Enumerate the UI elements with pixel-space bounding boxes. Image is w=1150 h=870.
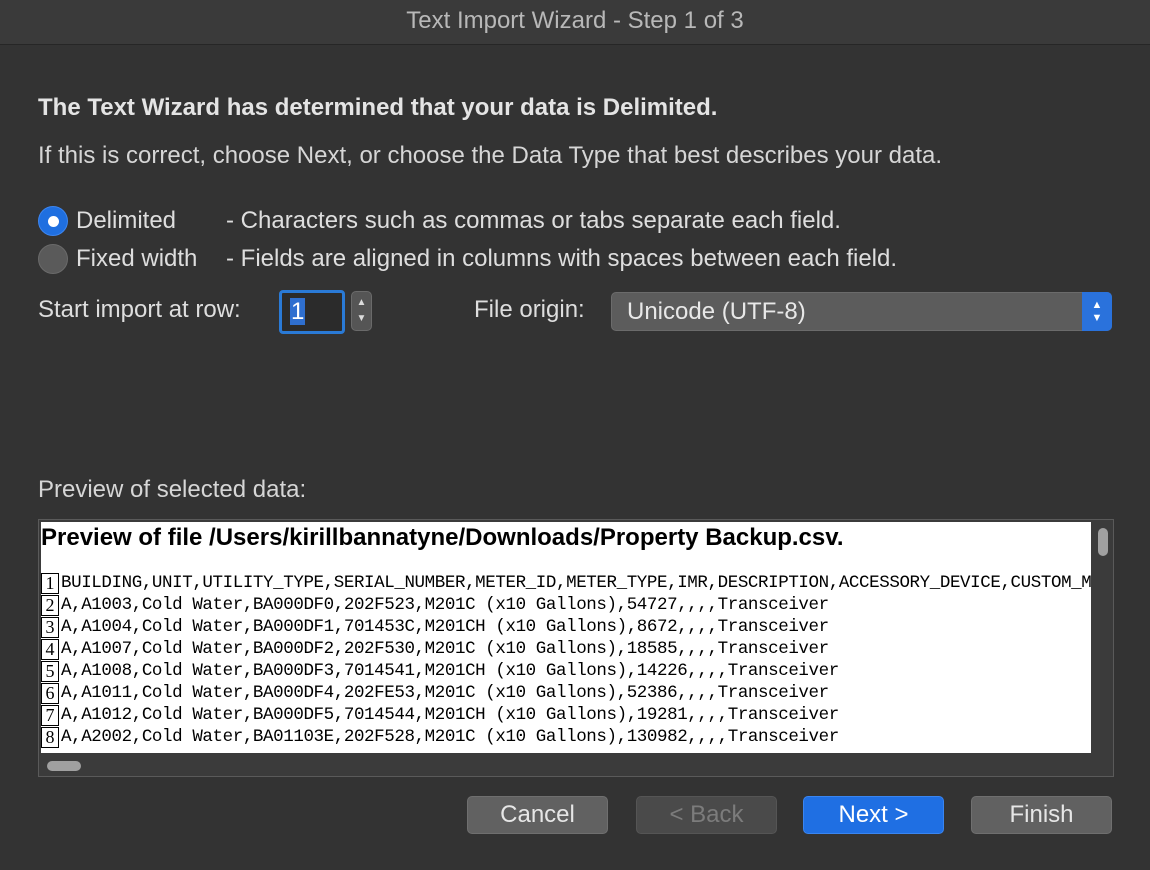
- cancel-button[interactable]: Cancel: [467, 796, 608, 834]
- finish-button[interactable]: Finish: [971, 796, 1112, 834]
- line-text: BUILDING,UNIT,UTILITY_TYPE,SERIAL_NUMBER…: [61, 573, 1091, 593]
- radio-description-fixed-width: - Fields are aligned in columns with spa…: [226, 245, 898, 272]
- preview-line: 4 A,A1007,Cold Water,BA000DF2,202F530,M2…: [41, 638, 1091, 660]
- wizard-heading: The Text Wizard has determined that your…: [38, 94, 718, 121]
- stepper-up-icon[interactable]: ▲: [357, 298, 367, 308]
- preview-line: 7 A,A1012,Cold Water,BA000DF5,7014544,M2…: [41, 704, 1091, 726]
- line-number: 2: [41, 594, 59, 616]
- preview-content: Preview of file /Users/kirillbannatyne/D…: [41, 522, 1091, 753]
- preview-lines: 1 BUILDING,UNIT,UTILITY_TYPE,SERIAL_NUMB…: [41, 572, 1091, 748]
- radio-description-delimited: - Characters such as commas or tabs sepa…: [226, 207, 841, 234]
- preview-line: 6 A,A1011,Cold Water,BA000DF4,202FE53,M2…: [41, 682, 1091, 704]
- line-text: A,A1003,Cold Water,BA000DF0,202F523,M201…: [61, 595, 829, 615]
- preview-line: 8 A,A2002,Cold Water,BA01103E,202F528,M2…: [41, 726, 1091, 748]
- line-number: 8: [41, 726, 59, 748]
- line-number: 3: [41, 616, 59, 638]
- line-text: A,A2002,Cold Water,BA01103E,202F528,M201…: [61, 727, 839, 747]
- line-number: 4: [41, 638, 59, 660]
- line-number: 7: [41, 704, 59, 726]
- file-origin-select[interactable]: Unicode (UTF-8) ▲ ▼: [611, 292, 1112, 331]
- preview-line: 5 A,A1008,Cold Water,BA000DF3,7014541,M2…: [41, 660, 1091, 682]
- window-title: Text Import Wizard - Step 1 of 3: [0, 0, 1150, 45]
- line-text: A,A1011,Cold Water,BA000DF4,202FE53,M201…: [61, 683, 829, 703]
- line-text: A,A1012,Cold Water,BA000DF5,7014544,M201…: [61, 705, 839, 725]
- line-number: 1: [41, 572, 59, 594]
- preview-vertical-scrollbar[interactable]: [1095, 522, 1111, 753]
- file-origin-label: File origin:: [474, 296, 585, 323]
- preview-label: Preview of selected data:: [38, 476, 307, 503]
- radio-label-fixed-width: Fixed width: [76, 245, 198, 272]
- back-button[interactable]: < Back: [636, 796, 777, 834]
- select-chevron-icon[interactable]: ▲ ▼: [1082, 292, 1112, 331]
- preview-line: 2 A,A1003,Cold Water,BA000DF0,202F523,M2…: [41, 594, 1091, 616]
- radio-label-delimited: Delimited: [76, 207, 177, 234]
- line-text: A,A1004,Cold Water,BA000DF1,701453C,M201…: [61, 617, 829, 637]
- line-text: A,A1008,Cold Water,BA000DF3,7014541,M201…: [61, 661, 839, 681]
- radio-option-delimited[interactable]: Delimited - Characters such as commas or…: [38, 205, 841, 237]
- wizard-instruction: If this is correct, choose Next, or choo…: [38, 142, 943, 169]
- horizontal-scroll-thumb[interactable]: [47, 761, 81, 771]
- radio-unselected-icon[interactable]: [38, 244, 68, 274]
- text-import-wizard-window: Text Import Wizard - Step 1 of 3 The Tex…: [0, 0, 1150, 870]
- start-row-value: 1: [290, 298, 306, 325]
- radio-selected-icon[interactable]: [38, 206, 68, 236]
- line-text: A,A1007,Cold Water,BA000DF2,202F530,M201…: [61, 639, 829, 659]
- start-row-input[interactable]: 1: [279, 290, 345, 334]
- preview-horizontal-scrollbar[interactable]: [41, 756, 1091, 774]
- start-row-label: Start import at row:: [38, 296, 241, 323]
- line-number: 6: [41, 682, 59, 704]
- radio-option-fixed-width[interactable]: Fixed width - Fields are aligned in colu…: [38, 243, 897, 275]
- preview-line: 1 BUILDING,UNIT,UTILITY_TYPE,SERIAL_NUMB…: [41, 572, 1091, 594]
- preview-file-title: Preview of file /Users/kirillbannatyne/D…: [41, 524, 844, 551]
- start-row-stepper[interactable]: ▲ ▼: [351, 291, 372, 331]
- preview-line: 3 A,A1004,Cold Water,BA000DF1,701453C,M2…: [41, 616, 1091, 638]
- next-button[interactable]: Next >: [803, 796, 944, 834]
- stepper-down-icon[interactable]: ▼: [357, 314, 367, 324]
- preview-panel[interactable]: Preview of file /Users/kirillbannatyne/D…: [38, 519, 1114, 777]
- file-origin-value: Unicode (UTF-8): [627, 298, 806, 325]
- line-number: 5: [41, 660, 59, 682]
- vertical-scroll-thumb[interactable]: [1098, 528, 1108, 556]
